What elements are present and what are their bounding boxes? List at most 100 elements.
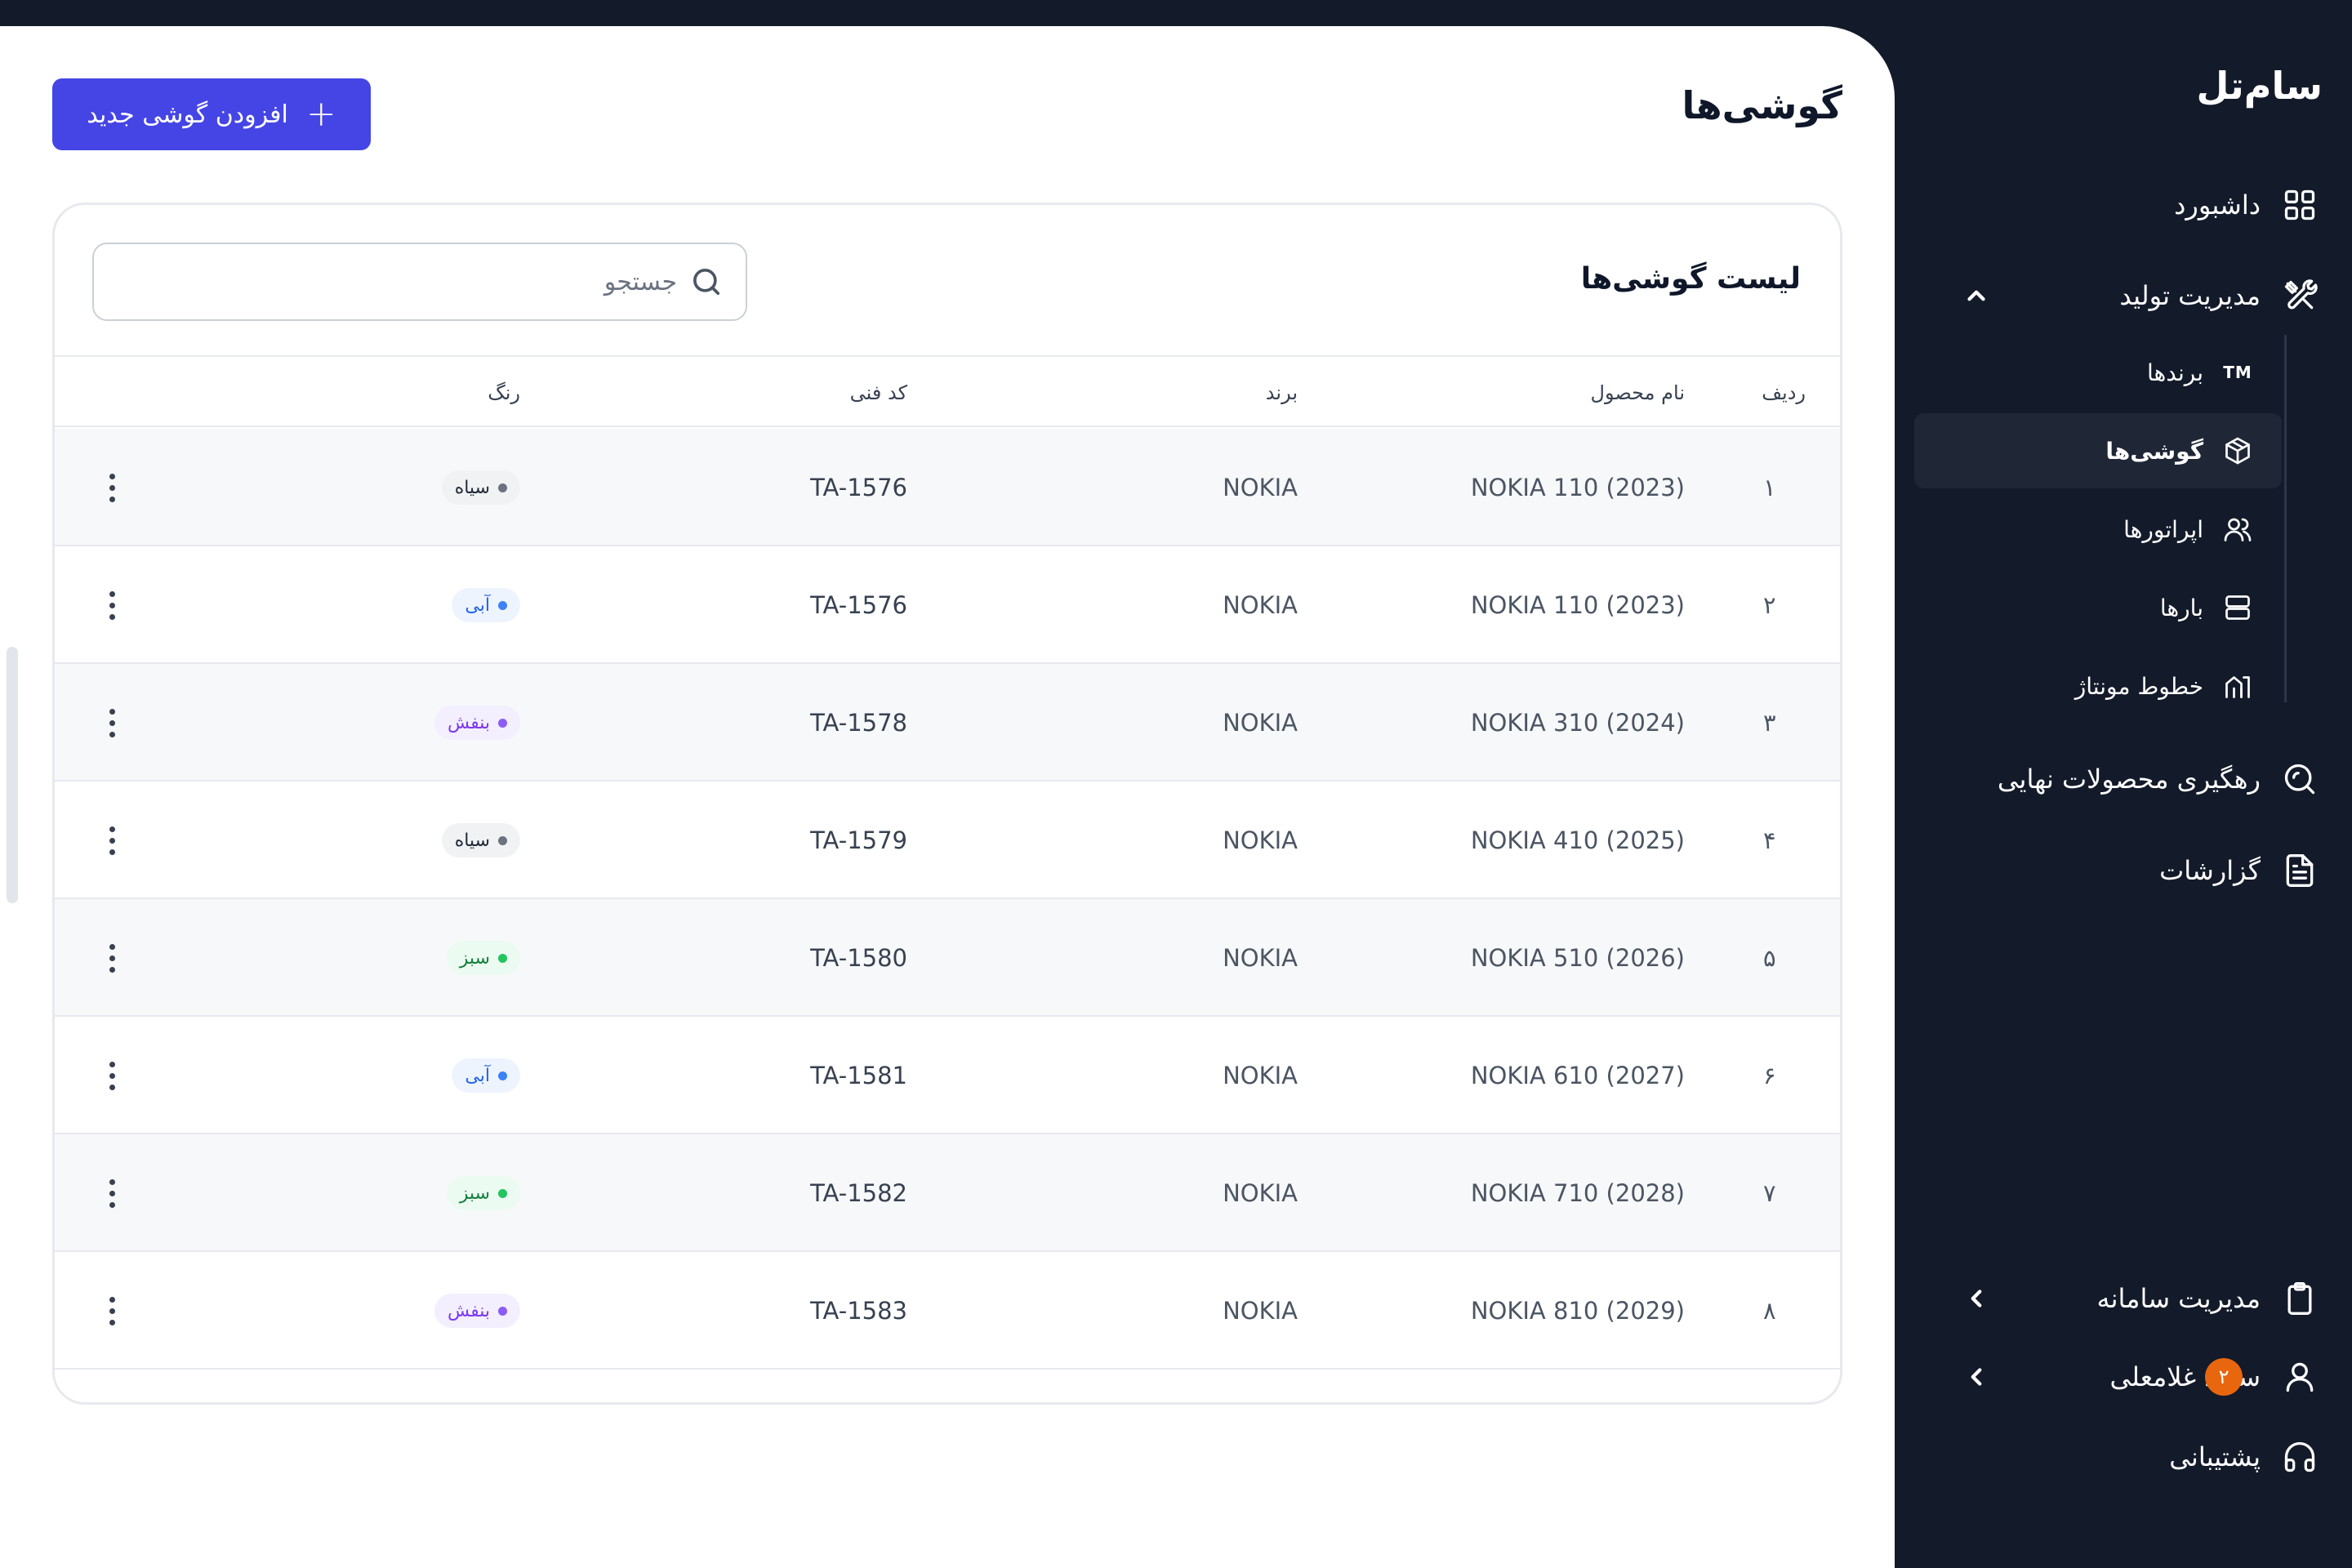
- search-icon: [693, 269, 719, 295]
- dashboard-grid-icon: [2280, 185, 2319, 225]
- sidebar-item-reports[interactable]: گزارشات: [1895, 825, 2352, 916]
- color-cell: سبز: [275, 1134, 520, 1252]
- brand-name: NOKIA: [1223, 1179, 1298, 1207]
- table-row[interactable]: ۵ NOKIA 510 (2026) NOKIA TA-1580 سبز: [55, 899, 1840, 1017]
- table-row[interactable]: ۸ NOKIA 810 (2029) NOKIA TA-1583 بنفش: [55, 1252, 1840, 1370]
- color-dot: [498, 600, 507, 610]
- color-badge: آبی: [452, 1058, 520, 1093]
- brand-name: NOKIA: [1223, 591, 1298, 619]
- more-vertical-icon: [109, 826, 115, 855]
- tm-icon: TM: [2223, 363, 2252, 382]
- table-row[interactable]: ۷ NOKIA 710 (2028) NOKIA TA-1582 سبز: [55, 1134, 1840, 1252]
- color-label: سیاه: [454, 477, 490, 498]
- sidebar-subitem-assembly-lines[interactable]: خطوط مونتاژ: [1914, 648, 2282, 724]
- column-header-brand[interactable]: برند: [1266, 357, 1298, 429]
- notification-badge: ۲: [2205, 1358, 2243, 1396]
- color-label: سبز: [459, 1183, 490, 1204]
- row-actions-button[interactable]: [96, 1017, 128, 1134]
- technical-code: TA-1576: [810, 591, 907, 619]
- technical-code: TA-1576: [810, 474, 907, 501]
- list-title: لیست گوشی‌ها: [1580, 262, 1801, 296]
- color-dot: [498, 1188, 507, 1198]
- sidebar-subitem-brands[interactable]: TM برندها: [1914, 335, 2282, 410]
- chevron-up-icon[interactable]: [1960, 279, 1993, 312]
- more-vertical-icon: [109, 590, 115, 620]
- main-panel: گوشی‌ها + افزودن گوشی جدید لیست گوشی‌ها …: [0, 26, 1895, 1568]
- assembly-line-icon: [2221, 670, 2254, 702]
- sidebar-subitem-phones[interactable]: گوشی‌ها: [1914, 413, 2282, 488]
- sidebar-item-production[interactable]: مدیریت تولید: [1895, 250, 2352, 341]
- table-row[interactable]: ۴ NOKIA 410 (2025) NOKIA TA-1579 سیاه: [55, 782, 1840, 899]
- box-icon: [2221, 434, 2254, 467]
- row-actions-button[interactable]: [96, 782, 128, 899]
- headset-icon: [2280, 1437, 2319, 1477]
- scrollbar-thumb[interactable]: [7, 647, 18, 903]
- search-input[interactable]: [122, 267, 677, 296]
- add-phone-button[interactable]: + افزودن گوشی جدید: [52, 78, 371, 150]
- brand-name: NOKIA: [1223, 1062, 1298, 1089]
- sidebar-subitem-label: اپراتورها: [2123, 515, 2203, 543]
- product-name: NOKIA 610 (2027): [1470, 1062, 1685, 1089]
- sidebar-item-dashboard[interactable]: داشبورد: [1895, 159, 2352, 251]
- more-vertical-icon: [109, 1178, 115, 1208]
- row-actions-button[interactable]: [96, 899, 128, 1017]
- sidebar-subitem-label: گوشی‌ها: [2105, 437, 2203, 465]
- table-row[interactable]: ۱ NOKIA 110 (2023) NOKIA TA-1576 سیاه: [55, 429, 1840, 546]
- more-vertical-icon: [109, 1061, 115, 1090]
- sidebar-subitem-loads[interactable]: بارها: [1914, 570, 2282, 645]
- product-name: NOKIA 510 (2026): [1470, 944, 1685, 972]
- row-index: ۵: [1763, 944, 1776, 972]
- chevron-left-icon[interactable]: [1960, 1361, 1993, 1393]
- color-badge: بنفش: [434, 1294, 520, 1328]
- more-vertical-icon: [109, 473, 115, 502]
- color-cell: آبی: [275, 546, 520, 664]
- sidebar: سام‌تل داشبورد مدیریت تولید TM برندها گو…: [1895, 0, 2352, 1568]
- column-header-color[interactable]: رنگ: [488, 357, 520, 429]
- table-row[interactable]: ۲ NOKIA 110 (2023) NOKIA TA-1576 آبی: [55, 546, 1840, 664]
- color-badge: سبز: [446, 1176, 520, 1210]
- color-dot: [498, 1306, 507, 1316]
- brand-name: NOKIA: [1223, 944, 1298, 972]
- row-actions-button[interactable]: [96, 429, 128, 546]
- product-name: NOKIA 110 (2023): [1470, 591, 1685, 619]
- row-index: ۱: [1763, 474, 1776, 501]
- brand-name: NOKIA: [1223, 826, 1298, 854]
- row-index: ۶: [1763, 1062, 1776, 1089]
- plus-icon: +: [305, 93, 336, 135]
- brand-name: NOKIA: [1223, 709, 1298, 737]
- row-index: ۴: [1763, 826, 1776, 854]
- row-index: ۷: [1763, 1179, 1776, 1207]
- row-actions-button[interactable]: [96, 546, 128, 664]
- color-dot: [498, 718, 507, 728]
- product-name: NOKIA 810 (2029): [1470, 1297, 1685, 1325]
- sidebar-subitem-label: بارها: [2159, 594, 2203, 621]
- server-icon: [2221, 591, 2254, 624]
- app-logo: سام‌تل: [2196, 64, 2323, 108]
- sidebar-subitem-operators[interactable]: اپراتورها: [1914, 492, 2282, 567]
- more-vertical-icon: [109, 943, 115, 973]
- technical-code: TA-1580: [810, 944, 907, 972]
- row-actions-button[interactable]: [96, 1252, 128, 1370]
- sidebar-item-user-profile[interactable]: سعید غلامعلی ۲: [1895, 1331, 2352, 1423]
- sidebar-item-label: داشبورد: [2174, 189, 2261, 220]
- table-row[interactable]: ۶ NOKIA 610 (2027) NOKIA TA-1581 آبی: [55, 1017, 1840, 1134]
- product-name: NOKIA 710 (2028): [1470, 1179, 1685, 1207]
- technical-code: TA-1581: [810, 1062, 907, 1089]
- sidebar-item-label: مدیریت تولید: [2119, 280, 2261, 311]
- chevron-left-icon[interactable]: [1960, 1282, 1993, 1315]
- column-header-index[interactable]: ردیف: [1762, 357, 1806, 429]
- table-row[interactable]: ۳ NOKIA 310 (2024) NOKIA TA-1578 بنفش: [55, 664, 1840, 782]
- sidebar-item-tracking[interactable]: رهگیری محصولات نهایی: [1895, 733, 2352, 825]
- technical-code: TA-1582: [810, 1179, 907, 1207]
- column-header-code[interactable]: کد فنی: [850, 357, 907, 429]
- phones-list-card: لیست گوشی‌ها ردیف نام محصول برند کد فنی …: [52, 203, 1842, 1405]
- sidebar-item-label: گزارشات: [2159, 855, 2261, 886]
- color-dot: [498, 953, 507, 963]
- product-name: NOKIA 310 (2024): [1470, 709, 1685, 737]
- sidebar-item-support[interactable]: پشتیبانی: [1895, 1411, 2352, 1503]
- row-actions-button[interactable]: [96, 1134, 128, 1252]
- row-actions-button[interactable]: [96, 664, 128, 782]
- search-box[interactable]: [92, 243, 747, 321]
- column-header-name[interactable]: نام محصول: [1591, 357, 1685, 429]
- report-icon: [2280, 851, 2319, 890]
